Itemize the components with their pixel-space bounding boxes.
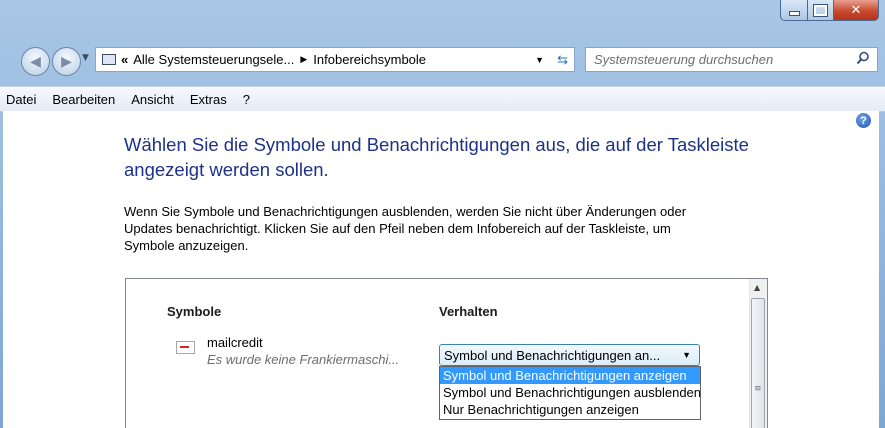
scrollbar-thumb[interactable]: ≡ — [751, 298, 765, 428]
address-dropdown-icon[interactable]: ▼ — [535, 55, 544, 65]
refresh-icon[interactable]: ⇆ — [557, 52, 568, 68]
search-icon[interactable] — [856, 51, 870, 68]
back-arrow-icon: ◀ — [30, 53, 41, 70]
description-line: Updates benachrichtigt. Klicken Sie auf … — [124, 221, 671, 236]
menu-bar: Datei Bearbeiten Ansicht Extras ? — [0, 86, 885, 112]
vertical-scrollbar[interactable]: ▲ ≡ — [749, 279, 767, 428]
heading-line: angezeigt werden sollen. — [124, 159, 329, 180]
address-bar[interactable]: « Alle Systemsteuerungsele... ▶ Infobere… — [95, 47, 575, 72]
recent-pages-dropdown[interactable]: ▼ — [82, 53, 89, 63]
search-input[interactable]: Systemsteuerung durchsuchen — [594, 52, 773, 67]
forward-arrow-icon: ▶ — [61, 53, 72, 70]
menu-item-extras[interactable]: Extras — [190, 92, 227, 107]
back-button[interactable]: ◀ — [21, 47, 50, 76]
behavior-dropdown-list: Symbol und Benachrichtigungen anzeigen S… — [439, 366, 701, 420]
page-heading: Wählen Sie die Symbole und Benachrichtig… — [124, 132, 784, 182]
help-icon[interactable]: ? — [856, 113, 871, 128]
title-bar: ✕ — [0, 0, 885, 38]
maximize-button[interactable] — [808, 0, 834, 21]
heading-line: Wählen Sie die Symbole und Benachrichtig… — [124, 134, 749, 155]
search-box[interactable]: Systemsteuerung durchsuchen — [585, 47, 878, 72]
minimize-button[interactable] — [780, 0, 808, 21]
forward-button[interactable]: ▶ — [52, 47, 81, 76]
menu-item-edit[interactable]: Bearbeiten — [52, 92, 115, 107]
app-description: Es wurde keine Frankiermaschi... — [207, 352, 400, 367]
close-icon: ✕ — [850, 2, 862, 18]
menu-item-view[interactable]: Ansicht — [131, 92, 174, 107]
icons-list-panel: Symbole Verhalten mailcredit Es wurde ke… — [125, 278, 768, 428]
page-description: Wenn Sie Symbole und Benachrichtigungen … — [124, 203, 774, 254]
mail-app-icon — [176, 341, 195, 354]
column-header-behavior: Verhalten — [439, 304, 498, 319]
scroll-up-icon[interactable]: ▲ — [754, 283, 760, 292]
dropdown-option-notifications-only[interactable]: Nur Benachrichtigungen anzeigen — [440, 401, 700, 418]
window-controls: ✕ — [780, 0, 879, 21]
breadcrumb-item-notification-icons[interactable]: Infobereichsymbole — [313, 52, 426, 67]
dropdown-option-show[interactable]: Symbol und Benachrichtigungen anzeigen — [440, 367, 700, 384]
close-button[interactable]: ✕ — [834, 0, 879, 21]
behavior-select-value: Symbol und Benachrichtigungen an... — [444, 347, 661, 363]
breadcrumb-item-all-control-panel[interactable]: Alle Systemsteuerungsele... — [133, 52, 294, 67]
column-header-symbols: Symbole — [167, 304, 222, 319]
window: ✕ ◀ ▶ ▼ « Alle Systemsteuerungsele... ▶ … — [0, 0, 885, 428]
control-panel-icon — [102, 54, 116, 65]
dropdown-option-hide[interactable]: Symbol und Benachrichtigungen ausblenden — [440, 384, 700, 401]
behavior-select[interactable]: Symbol und Benachrichtigungen an... ▼ — [439, 344, 700, 366]
app-name: mailcredit — [207, 335, 263, 350]
maximize-icon — [813, 3, 828, 17]
grip-icon: ≡ — [754, 384, 762, 394]
menu-item-file[interactable]: Datei — [6, 92, 36, 107]
breadcrumb-overflow-icon[interactable]: « — [121, 52, 128, 67]
chevron-down-icon: ▼ — [682, 350, 691, 360]
description-line: Symbole anzuzeigen. — [124, 238, 249, 253]
breadcrumb-separator-icon[interactable]: ▶ — [300, 54, 307, 65]
description-line: Wenn Sie Symbole und Benachrichtigungen … — [124, 204, 687, 219]
content-area: ? Wählen Sie die Symbole und Benachricht… — [3, 111, 879, 428]
minimize-icon — [788, 10, 800, 16]
menu-item-help[interactable]: ? — [243, 92, 250, 107]
